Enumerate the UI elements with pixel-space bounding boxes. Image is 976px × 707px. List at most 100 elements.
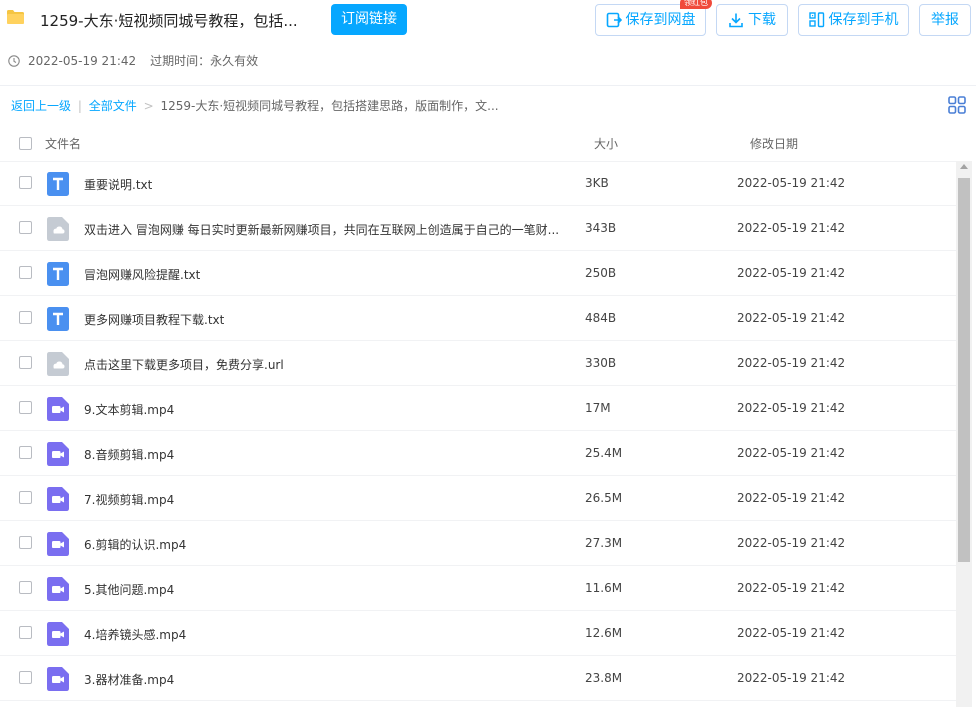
file-date: 2022-05-19 21:42 <box>737 311 846 325</box>
folder-icon <box>7 10 24 24</box>
file-date: 2022-05-19 21:42 <box>737 581 846 595</box>
file-size: 12.6M <box>585 626 623 640</box>
file-name[interactable]: 更多网赚项目教程下载.txt <box>84 311 224 328</box>
video-file-icon <box>47 577 69 601</box>
file-size: 330B <box>585 356 617 370</box>
file-date: 2022-05-19 21:42 <box>737 176 846 190</box>
report-button[interactable]: 举报 <box>919 4 971 36</box>
row-checkbox[interactable] <box>19 446 32 459</box>
column-size[interactable]: 大小 <box>594 135 618 152</box>
table-header: 文件名 大小 修改日期 <box>0 125 956 162</box>
share-meta: 2022-05-19 21:42 过期时间：永久有效 <box>8 52 258 69</box>
column-name[interactable]: 文件名 <box>45 135 81 152</box>
share-title: 1259-大东·短视频同城号教程，包括... <box>40 12 298 30</box>
scroll-thumb[interactable] <box>958 178 970 562</box>
file-date: 2022-05-19 21:42 <box>737 626 846 640</box>
breadcrumb: 返回上一级 | 全部文件 > 1259-大东·短视频同城号教程，包括搭建思路，版… <box>11 97 499 114</box>
download-icon <box>729 13 743 28</box>
breadcrumb-bar: | <box>77 99 82 113</box>
scrollbar[interactable] <box>956 161 972 707</box>
grid-view-icon[interactable] <box>948 96 966 114</box>
table-row[interactable]: 更多网赚项目教程下载.txt 484B 2022-05-19 21:42 <box>0 296 956 341</box>
file-size: 484B <box>585 311 617 325</box>
video-file-icon <box>47 397 69 421</box>
file-name[interactable]: 点击这里下载更多项目，免费分享.url <box>84 356 284 373</box>
file-date: 2022-05-19 21:42 <box>737 491 846 505</box>
table-row[interactable]: 冒泡网赚风险提醒.txt 250B 2022-05-19 21:42 <box>0 251 956 296</box>
file-list: 重要说明.txt 3KB 2022-05-19 21:42 双击进入 冒泡网赚 每日实… <box>0 161 956 701</box>
file-date: 2022-05-19 21:42 <box>737 401 846 415</box>
file-size: 11.6M <box>585 581 623 595</box>
row-checkbox[interactable] <box>19 176 32 189</box>
table-row[interactable]: 3.器材准备.mp4 23.8M 2022-05-19 21:42 <box>0 656 956 701</box>
file-name[interactable]: 9.文本剪辑.mp4 <box>84 401 174 418</box>
file-name[interactable]: 5.其他问题.mp4 <box>84 581 174 598</box>
file-size: 25.4M <box>585 446 623 460</box>
red-packet-badge[interactable]: 领红包 <box>680 0 712 9</box>
table-row[interactable]: 5.其他问题.mp4 11.6M 2022-05-19 21:42 <box>0 566 956 611</box>
breadcrumb-current: 1259-大东·短视频同城号教程，包括搭建思路，版面制作，文... <box>160 99 499 113</box>
breadcrumb-arrow: > <box>143 99 154 113</box>
row-checkbox[interactable] <box>19 581 32 594</box>
file-date: 2022-05-19 21:42 <box>737 671 846 685</box>
back-link[interactable]: 返回上一级 <box>11 99 71 113</box>
file-date: 2022-05-19 21:42 <box>737 446 846 460</box>
row-checkbox[interactable] <box>19 356 32 369</box>
video-file-icon <box>47 667 69 691</box>
row-checkbox[interactable] <box>19 536 32 549</box>
file-date: 2022-05-19 21:42 <box>737 536 846 550</box>
table-row[interactable]: 7.视频剪辑.mp4 26.5M 2022-05-19 21:42 <box>0 476 956 521</box>
header-divider <box>0 85 976 86</box>
save-to-phone-button[interactable]: 保存到手机 <box>798 4 909 36</box>
all-files-link[interactable]: 全部文件 <box>89 99 137 113</box>
file-name[interactable]: 冒泡网赚风险提醒.txt <box>84 266 200 283</box>
video-file-icon <box>47 442 69 466</box>
table-row[interactable]: 9.文本剪辑.mp4 17M 2022-05-19 21:42 <box>0 386 956 431</box>
row-checkbox[interactable] <box>19 626 32 639</box>
file-name[interactable]: 8.音频剪辑.mp4 <box>84 446 174 463</box>
file-name[interactable]: 7.视频剪辑.mp4 <box>84 491 174 508</box>
download-button[interactable]: 下载 <box>716 4 788 36</box>
file-name[interactable]: 重要说明.txt <box>84 176 152 193</box>
row-checkbox[interactable] <box>19 221 32 234</box>
video-file-icon <box>47 622 69 646</box>
clock-icon <box>8 54 20 67</box>
table-row[interactable]: 4.培养镜头感.mp4 12.6M 2022-05-19 21:42 <box>0 611 956 656</box>
column-date[interactable]: 修改日期 <box>750 135 798 152</box>
video-file-icon <box>47 532 69 556</box>
file-size: 3KB <box>585 176 609 190</box>
header: 1259-大东·短视频同城号教程，包括... 订阅链接 保存到网盘 领红包 下载 <box>0 0 976 85</box>
table-row[interactable]: 6.剪辑的认识.mp4 27.3M 2022-05-19 21:42 <box>0 521 956 566</box>
link-file-icon <box>47 352 69 376</box>
file-size: 27.3M <box>585 536 623 550</box>
save-to-phone-label: 保存到手机 <box>828 12 899 28</box>
table-row[interactable]: 重要说明.txt 3KB 2022-05-19 21:42 <box>0 161 956 206</box>
qr-phone-icon <box>808 12 824 28</box>
table-row[interactable]: 双击进入 冒泡网赚 每日实时更新最新网赚项目，共同在互联网上创造属于自己的一笔财… <box>0 206 956 251</box>
expiry-text: 过期时间：永久有效 <box>150 54 259 68</box>
scroll-up-arrow-icon[interactable] <box>960 164 968 169</box>
file-size: 26.5M <box>585 491 623 505</box>
row-checkbox[interactable] <box>19 311 32 324</box>
report-label: 举报 <box>931 12 959 28</box>
save-to-disk-label: 保存到网盘 <box>625 12 696 28</box>
row-checkbox[interactable] <box>19 401 32 414</box>
row-checkbox[interactable] <box>19 491 32 504</box>
file-size: 23.8M <box>585 671 623 685</box>
row-checkbox[interactable] <box>19 671 32 684</box>
select-all-checkbox[interactable] <box>19 137 32 150</box>
file-name[interactable]: 6.剪辑的认识.mp4 <box>84 536 186 553</box>
text-file-icon <box>47 307 69 331</box>
file-name[interactable]: 双击进入 冒泡网赚 每日实时更新最新网赚项目，共同在互联网上创造属于自己的一笔财… <box>84 221 559 238</box>
file-size: 17M <box>585 401 611 415</box>
file-name[interactable]: 4.培养镜头感.mp4 <box>84 626 186 643</box>
subscribe-link-button[interactable]: 订阅链接 <box>331 4 407 35</box>
file-date: 2022-05-19 21:42 <box>737 356 846 370</box>
video-file-icon <box>47 487 69 511</box>
row-checkbox[interactable] <box>19 266 32 279</box>
table-row[interactable]: 8.音频剪辑.mp4 25.4M 2022-05-19 21:42 <box>0 431 956 476</box>
table-row[interactable]: 点击这里下载更多项目，免费分享.url 330B 2022-05-19 21:42 <box>0 341 956 386</box>
file-name[interactable]: 3.器材准备.mp4 <box>84 671 174 688</box>
text-file-icon <box>47 262 69 286</box>
share-date: 2022-05-19 21:42 <box>28 53 137 68</box>
